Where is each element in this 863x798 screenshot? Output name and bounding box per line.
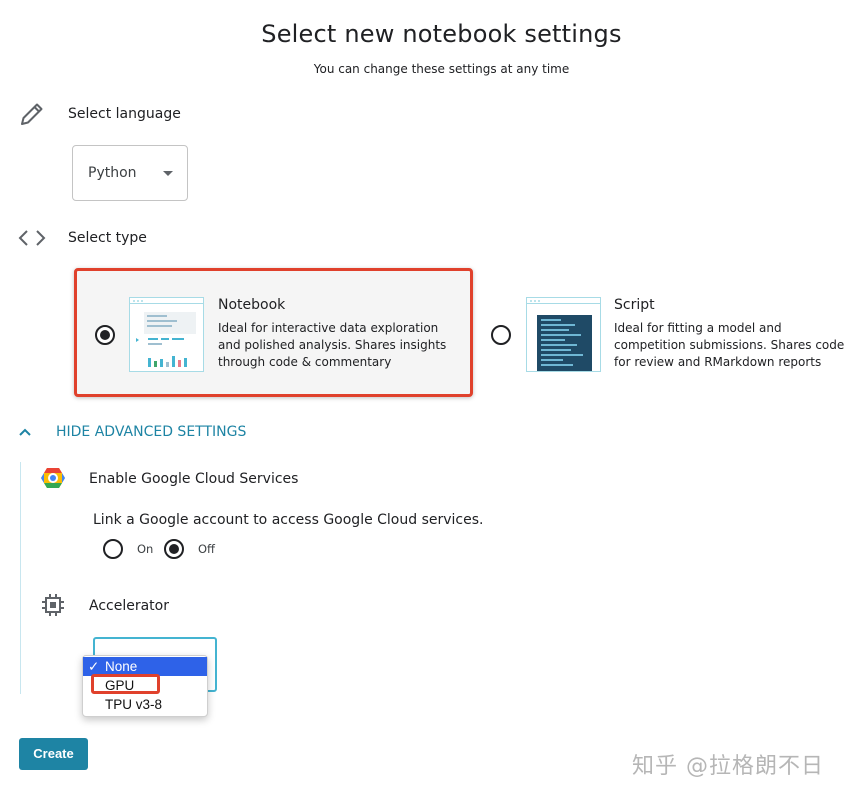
accelerator-label: Accelerator	[89, 598, 169, 614]
google-cloud-label: Enable Google Cloud Services	[89, 471, 299, 487]
accelerator-option-label: TPU v3-8	[105, 697, 163, 712]
notebook-card-description: Ideal for interactive data exploration a…	[218, 320, 458, 371]
cloud-off-radio[interactable]	[164, 539, 184, 559]
google-cloud-description: Link a Google account to access Google C…	[93, 512, 484, 528]
cloud-on-radio[interactable]	[103, 539, 123, 559]
select-language-label: Select language	[68, 106, 181, 122]
page-subtitle: You can change these settings at any tim…	[313, 62, 570, 76]
notebook-desc-line: through code & commentary	[218, 355, 392, 369]
script-radio[interactable]	[491, 325, 511, 345]
script-type-card[interactable]	[518, 290, 863, 390]
language-select[interactable]: Python	[72, 145, 188, 201]
create-button[interactable]: Create	[19, 738, 88, 770]
select-type-label: Select type	[68, 230, 147, 246]
chevron-down-icon	[163, 171, 173, 176]
pencil-icon	[21, 103, 43, 125]
gpu-highlight-box	[91, 674, 160, 694]
cloud-off-label: Off	[198, 542, 215, 556]
notebook-card-title: Notebook	[218, 297, 286, 313]
chevron-up-icon	[19, 428, 31, 436]
advanced-settings-toggle-label: HIDE ADVANCED SETTINGS	[56, 424, 247, 440]
notebook-desc-line: Ideal for interactive data exploration	[218, 321, 439, 335]
code-brackets-icon	[18, 230, 46, 246]
notebook-desc-line: and polished analysis. Shares insights	[218, 338, 447, 352]
page-title: Select new notebook settings	[261, 20, 622, 48]
accelerator-option-tpu[interactable]: TPU v3-8	[83, 695, 207, 714]
language-select-value: Python	[88, 165, 137, 181]
cloud-on-label: On	[137, 542, 154, 556]
chip-icon	[42, 594, 64, 616]
advanced-divider	[20, 462, 21, 694]
notebook-radio[interactable]	[95, 325, 115, 345]
notebook-thumbnail	[129, 297, 204, 372]
accelerator-option-label: None	[105, 659, 138, 674]
watermark: 知乎 @拉格朗不日	[632, 754, 824, 779]
google-cloud-icon	[41, 468, 65, 488]
